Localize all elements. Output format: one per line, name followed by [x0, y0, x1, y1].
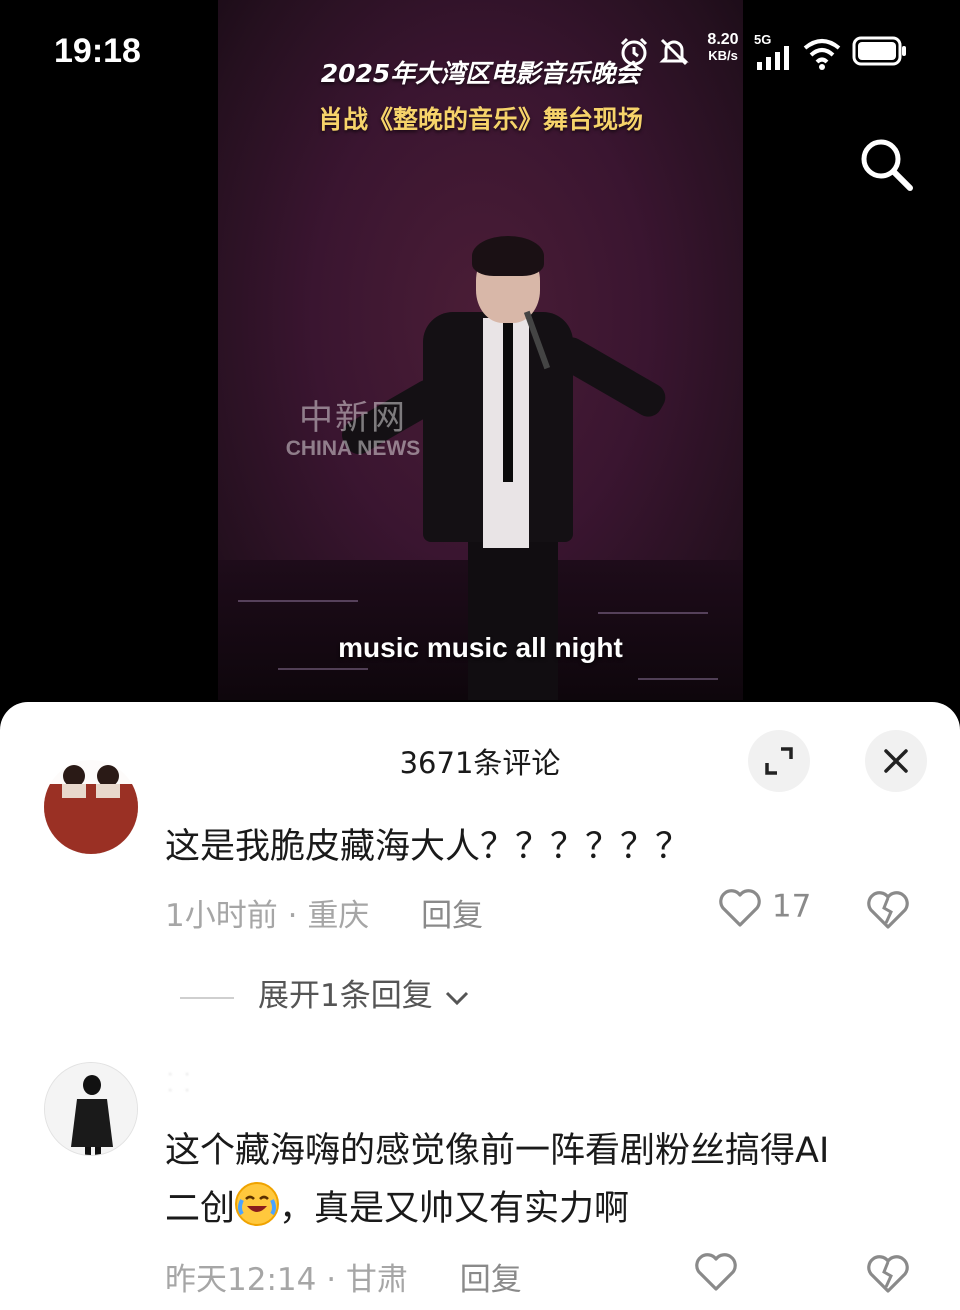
performer-legs	[468, 530, 558, 700]
chevron-down-icon	[445, 991, 468, 1005]
avatar[interactable]	[44, 1062, 138, 1156]
broken-heart-icon	[867, 891, 909, 929]
expand-replies-button[interactable]: 展开1条回复	[180, 970, 471, 1015]
video-player[interactable]: 2025年大湾区电影音乐晚会 肖战《整晚的音乐》舞台现场 中新网 CHINA N…	[0, 0, 960, 720]
reply-button[interactable]: 回复	[460, 1262, 522, 1298]
avatar-image	[44, 760, 138, 854]
battery-icon	[852, 36, 906, 66]
wifi-icon	[803, 39, 841, 70]
heart-icon	[719, 889, 761, 927]
meta-separator: ·	[287, 898, 308, 934]
comment-text: 这个藏海嗨的感觉像前一阵看剧粉丝搞得AI 二创 ，真是又帅又有实力啊	[165, 1122, 925, 1238]
comment-time: 昨天12:14	[165, 1262, 317, 1298]
network-type: 5G	[754, 32, 772, 47]
comment-text-line1: 这个藏海嗨的感觉像前一阵看剧粉丝搞得AI	[165, 1131, 830, 1171]
avatar-image	[45, 1063, 137, 1155]
heart-icon	[695, 1253, 737, 1291]
reply-button[interactable]: 回复	[421, 898, 483, 934]
expand-button[interactable]	[748, 730, 810, 792]
dislike-button[interactable]	[866, 1254, 910, 1298]
net-speed-unit: KB/s	[708, 48, 738, 63]
laughing-crying-emoji-icon	[235, 1182, 280, 1226]
comment-location: 甘肃	[345, 1262, 408, 1298]
comment-time: 1小时前	[165, 898, 278, 934]
stage-light-strip	[638, 678, 718, 680]
comment-text-line2b: ，真是又帅又有实力啊	[279, 1189, 630, 1229]
status-icons: 8.20 KB/s 5G	[614, 30, 914, 74]
performer-tie	[503, 322, 513, 482]
signal-icon	[757, 46, 789, 70]
alarm-icon	[620, 37, 648, 66]
dislike-button[interactable]	[866, 890, 910, 934]
status-time: 19:18	[54, 32, 141, 70]
blurred-username: · · · ·	[168, 1067, 194, 1099]
like-count: 17	[771, 888, 812, 925]
avatar[interactable]	[44, 760, 138, 854]
stage-light-strip	[238, 600, 358, 602]
performer-hair	[472, 236, 544, 276]
comments-panel[interactable]: 3671条评论 这是我脆皮藏海大人？？？？？？ 1小时前 · 重庆 回复 17 …	[0, 702, 960, 1310]
net-speed: 8.20 KB/s	[700, 32, 746, 64]
comment-meta: 1小时前 · 重庆 回复	[165, 890, 483, 935]
search-button[interactable]	[856, 134, 916, 194]
video-subtitle: music music all night	[338, 632, 623, 663]
divider-line	[180, 996, 234, 999]
comment-text: 这是我脆皮藏海大人？？？？？？	[165, 827, 691, 867]
comment-location: 重庆	[307, 898, 370, 934]
video-title-line2: 肖战《整晚的音乐》舞台现场	[317, 105, 643, 134]
like-button[interactable]: 17	[718, 888, 811, 928]
mute-icon	[659, 38, 689, 66]
search-icon	[861, 139, 913, 191]
broken-heart-icon	[867, 1255, 909, 1293]
expand-icon	[765, 747, 793, 775]
net-speed-value: 8.20	[707, 31, 739, 48]
comment-meta: 昨天12:14 · 甘肃 回复	[165, 1254, 522, 1299]
expand-replies-label: 展开1条回复	[258, 978, 433, 1014]
watermark-cn: 中新网	[299, 398, 407, 438]
comments-count-title: 3671条评论	[399, 746, 561, 780]
stage-light-strip	[598, 612, 708, 614]
stage-light-strip	[278, 668, 368, 670]
close-button[interactable]	[865, 730, 927, 792]
meta-separator: ·	[326, 1262, 346, 1298]
video-frame[interactable]: 2025年大湾区电影音乐晚会 肖战《整晚的音乐》舞台现场 中新网 CHINA N…	[218, 0, 743, 700]
watermark-en: CHINA NEWS	[285, 437, 421, 460]
like-button[interactable]	[694, 1252, 738, 1300]
watermark: 中新网 CHINA NEWS	[268, 390, 438, 461]
comment-text-line2a: 二创	[165, 1189, 236, 1229]
close-icon	[884, 749, 908, 773]
